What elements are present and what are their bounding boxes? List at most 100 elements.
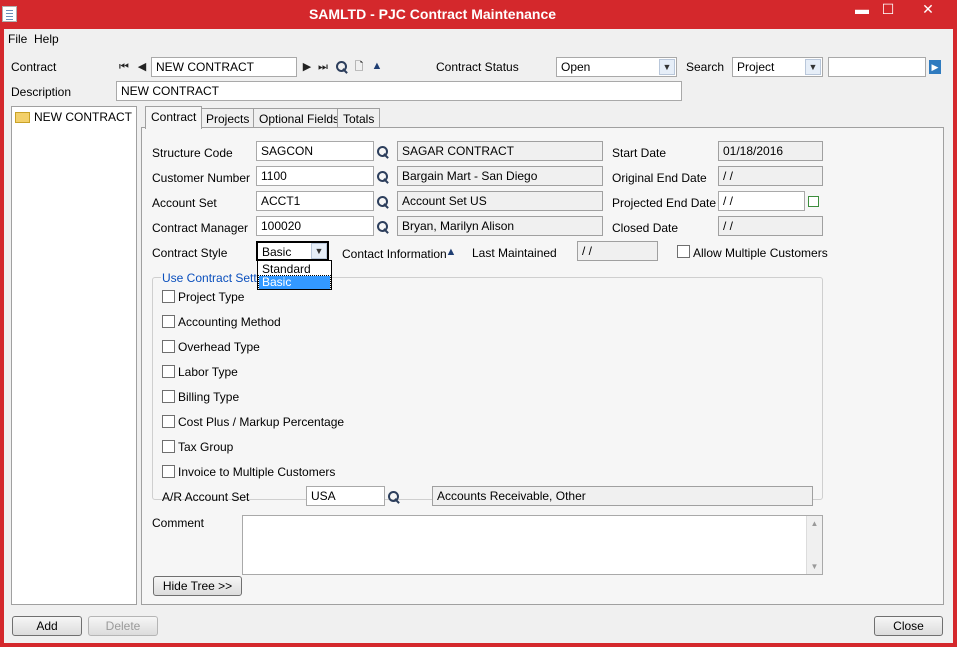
comment-scrollbar[interactable]: ▲ ▼	[806, 516, 822, 574]
projected-end-date-label: Projected End Date	[612, 196, 717, 210]
comment-textarea[interactable]: ▲ ▼	[242, 515, 823, 575]
tab-projects[interactable]: Projects	[200, 108, 256, 128]
minimize-button[interactable]: ▬	[852, 0, 872, 20]
contract-style-value: Basic	[262, 245, 292, 259]
chevron-down-icon[interactable]: ▼	[659, 59, 675, 75]
menu-file[interactable]: File	[8, 32, 27, 46]
overhead-type-label: Overhead Type	[178, 340, 260, 354]
contract-input[interactable]: NEW CONTRACT	[151, 57, 297, 77]
structure-code-finder-icon[interactable]	[376, 145, 390, 159]
tax-group-label: Tax Group	[178, 440, 234, 454]
customer-name-description: Bargain Mart - San Diego	[397, 166, 603, 186]
tree-node-contract[interactable]: NEW CONTRACT	[34, 110, 132, 124]
first-record-icon[interactable]: ⏮	[117, 60, 131, 74]
allow-multiple-customers-checkbox[interactable]	[677, 245, 690, 258]
overhead-type-checkbox[interactable]	[162, 340, 175, 353]
last-maintained-field: / /	[577, 241, 658, 261]
go-arrow-icon[interactable]: ▶	[929, 60, 941, 74]
contract-manager-input[interactable]: 100020	[256, 216, 374, 236]
allow-multiple-customers-label: Allow Multiple Customers	[693, 246, 828, 260]
contract-manager-label: Contract Manager	[152, 221, 249, 235]
invoice-multiple-customers-checkbox[interactable]	[162, 465, 175, 478]
billing-type-checkbox[interactable]	[162, 390, 175, 403]
accounting-method-label: Accounting Method	[178, 315, 281, 329]
finder-icon[interactable]	[335, 60, 349, 74]
previous-record-icon[interactable]: ◀	[135, 60, 149, 74]
closed-date-label: Closed Date	[612, 221, 679, 235]
new-document-icon[interactable]: 🗋	[352, 60, 366, 74]
comment-label: Comment	[152, 516, 205, 530]
ar-account-set-finder-icon[interactable]	[387, 490, 401, 504]
contract-tree[interactable]: NEW CONTRACT	[11, 106, 137, 605]
menu-bar: File Help	[4, 29, 953, 48]
account-set-input[interactable]: ACCT1	[256, 191, 374, 211]
menu-help[interactable]: Help	[34, 32, 59, 46]
title-bar: SAMLTD - PJC Contract Maintenance ▬ ☐ ✕	[0, 0, 957, 29]
window-client: File Help Contract ⏮ ◀ NEW CONTRACT ▶ ⏭ …	[4, 29, 953, 643]
contact-information-label: Contact Information	[342, 247, 447, 261]
start-date-field: 01/18/2016	[718, 141, 823, 161]
contract-style-dropdown[interactable]: Standard Basic	[257, 260, 332, 290]
delete-button[interactable]: Delete	[88, 616, 158, 636]
search-label: Search	[686, 60, 725, 74]
chevron-down-icon[interactable]: ▼	[805, 59, 821, 75]
close-window-button[interactable]: ✕	[906, 0, 950, 20]
description-input[interactable]: NEW CONTRACT	[116, 81, 682, 101]
next-record-icon[interactable]: ▶	[300, 60, 314, 74]
search-type-value: Project	[737, 60, 775, 74]
contract-style-label: Contract Style	[152, 246, 228, 260]
contract-style-select[interactable]: Basic ▼	[256, 241, 329, 261]
scroll-down-icon[interactable]: ▼	[809, 561, 820, 572]
cost-plus-markup-label: Cost Plus / Markup Percentage	[178, 415, 345, 429]
contract-manager-description: Bryan, Marilyn Alison	[397, 216, 603, 236]
contract-status-label: Contract Status	[436, 60, 519, 74]
project-type-label: Project Type	[178, 290, 245, 304]
maximize-button[interactable]: ☐	[877, 0, 899, 20]
labor-type-label: Labor Type	[178, 365, 238, 379]
customer-number-input[interactable]: 1100	[256, 166, 374, 186]
search-input[interactable]	[828, 57, 926, 77]
cost-plus-markup-checkbox[interactable]	[162, 415, 175, 428]
tab-optional-fields[interactable]: Optional Fields	[253, 108, 346, 128]
customer-number-label: Customer Number	[152, 171, 251, 185]
contract-manager-finder-icon[interactable]	[376, 220, 390, 234]
chevron-down-icon[interactable]: ▼	[311, 243, 327, 259]
hide-tree-button[interactable]: Hide Tree >>	[153, 576, 242, 596]
contract-status-value: Open	[561, 60, 591, 74]
account-set-label: Account Set	[152, 196, 217, 210]
accounting-method-checkbox[interactable]	[162, 315, 175, 328]
contract-style-option-basic[interactable]: Basic	[258, 275, 331, 290]
ar-account-set-input[interactable]: USA	[306, 486, 385, 506]
contract-label: Contract	[11, 60, 57, 74]
tab-totals[interactable]: Totals	[337, 108, 381, 128]
projected-end-date-input[interactable]: / /	[718, 191, 805, 211]
structure-code-description: SAGAR CONTRACT	[397, 141, 603, 161]
search-type-select[interactable]: Project ▼	[732, 57, 823, 77]
structure-code-input[interactable]: SAGCON	[256, 141, 374, 161]
start-date-label: Start Date	[612, 146, 667, 160]
customer-number-finder-icon[interactable]	[376, 170, 390, 184]
last-record-icon[interactable]: ⏭	[316, 60, 330, 74]
description-label: Description	[11, 85, 72, 99]
structure-code-label: Structure Code	[152, 146, 233, 160]
project-type-checkbox[interactable]	[162, 290, 175, 303]
billing-type-label: Billing Type	[178, 390, 240, 404]
original-end-date-label: Original End Date	[612, 171, 707, 185]
zoom-up-icon[interactable]: ▲	[370, 59, 384, 73]
scroll-up-icon[interactable]: ▲	[809, 518, 820, 529]
tax-group-checkbox[interactable]	[162, 440, 175, 453]
add-button[interactable]: Add	[12, 616, 82, 636]
expand-up-icon[interactable]: ▲	[444, 245, 458, 259]
invoice-multiple-customers-label: Invoice to Multiple Customers	[178, 465, 336, 479]
tab-contract[interactable]: Contract	[145, 106, 203, 129]
contract-status-select[interactable]: Open ▼	[556, 57, 677, 77]
account-set-description: Account Set US	[397, 191, 603, 211]
closed-date-field: / /	[718, 216, 823, 236]
folder-icon	[15, 112, 30, 123]
account-set-finder-icon[interactable]	[376, 195, 390, 209]
close-button[interactable]: Close	[874, 616, 943, 636]
calendar-icon[interactable]	[808, 196, 819, 207]
last-maintained-label: Last Maintained	[472, 246, 557, 260]
window-title: SAMLTD - PJC Contract Maintenance	[308, 6, 557, 22]
labor-type-checkbox[interactable]	[162, 365, 175, 378]
